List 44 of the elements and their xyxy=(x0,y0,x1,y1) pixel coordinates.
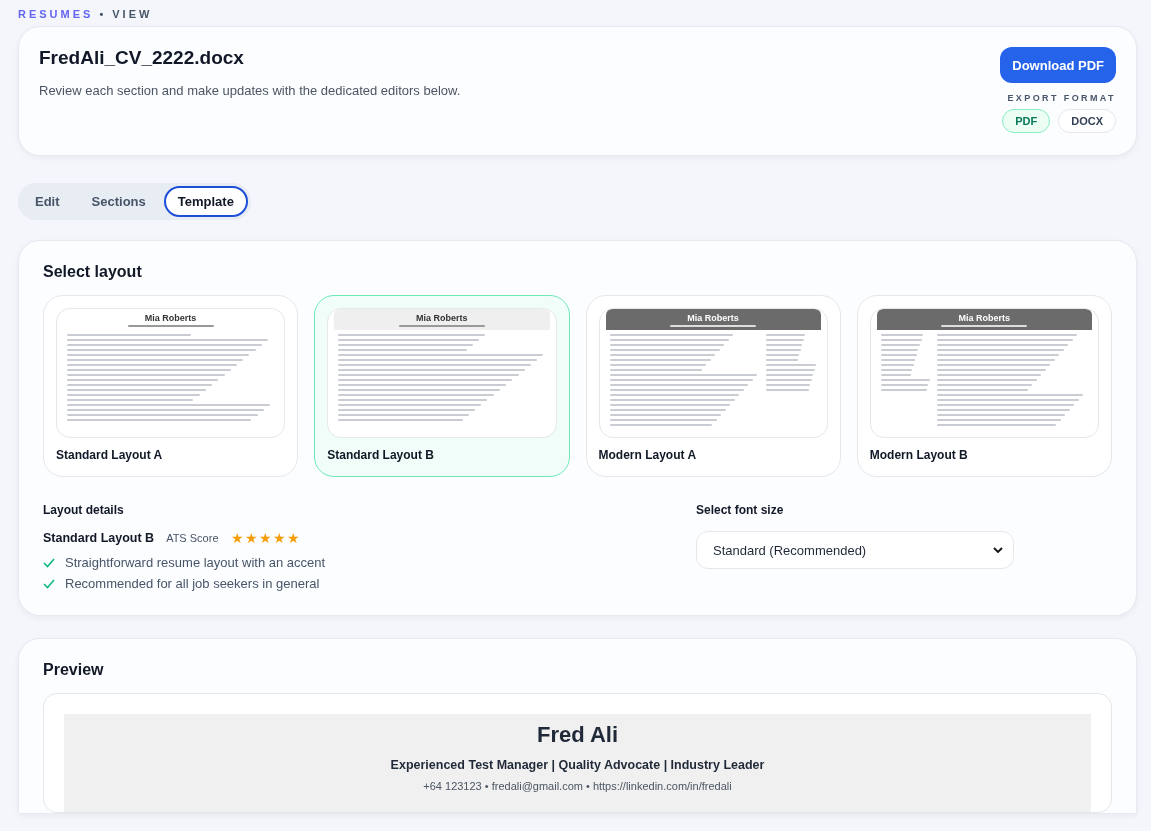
resume-headline: Experienced Test Manager | Quality Advocate | Industry Leader xyxy=(390,758,765,772)
feature-text: Recommended for all job seekers in general xyxy=(65,576,320,591)
font-size-title: Select font size xyxy=(696,503,785,517)
export-format-label: EXPORT FORMAT xyxy=(1007,93,1116,103)
details-title: Layout details xyxy=(43,503,125,517)
format-option[interactable]: DOCX xyxy=(1058,109,1116,133)
thumbnail-name: Mia Roberts xyxy=(958,313,1011,323)
thumbnail-name: Mia Roberts xyxy=(416,313,468,323)
download-button[interactable]: Download PDF xyxy=(1000,47,1116,83)
star-icon: ★ xyxy=(244,531,258,545)
chevron-down-icon xyxy=(993,546,1003,554)
star-icon: ★ xyxy=(272,531,286,545)
layout-name: Modern Layout B xyxy=(869,448,969,462)
tab[interactable]: Template xyxy=(163,186,248,217)
layout-name: Standard Layout B xyxy=(43,531,155,545)
check-icon xyxy=(43,557,55,568)
feature-text: Straightforward resume layout with an accent xyxy=(65,555,326,570)
thumbnail-name: Mia Roberts xyxy=(687,313,739,323)
header-subtitle: Review each section and make updates with the dedicated editors below. xyxy=(39,83,461,98)
tab[interactable]: Sections xyxy=(77,186,160,217)
tab[interactable]: Edit xyxy=(21,186,74,217)
layout-name: Standard Layout A xyxy=(56,448,164,462)
layout-name: Standard Layout B xyxy=(327,448,435,462)
breadcrumb-separator: • xyxy=(99,8,107,20)
section-title: Select layout xyxy=(43,263,143,281)
star-icon: ★ xyxy=(258,531,272,545)
font-size-select[interactable]: Standard (Recommended) xyxy=(696,531,1014,569)
star-icon: ★ xyxy=(230,531,244,545)
section-title: Preview xyxy=(43,661,105,679)
layout-name: Modern Layout A xyxy=(598,448,698,462)
layout-option[interactable]: Mia Roberts Standard Layout A xyxy=(43,295,299,477)
score-label: ATS Score xyxy=(166,532,219,544)
file-title: FredAli_CV_2222.docx xyxy=(39,47,245,69)
resume-name: Fred Ali xyxy=(536,722,619,748)
layout-option[interactable]: Mia Roberts Modern Layout B xyxy=(856,295,1112,477)
layout-option[interactable]: Mia Roberts Modern Layout A xyxy=(585,295,841,477)
breadcrumb-current: VIEW xyxy=(112,8,153,20)
thumbnail-name: Mia Roberts xyxy=(144,313,197,323)
resume-contact: +64 123123 • fredali@gmail.com • https://linkedin.com/in/fredali xyxy=(423,780,732,792)
layout-option[interactable]: Mia Roberts Standard Layout B xyxy=(314,295,570,477)
breadcrumb-link[interactable]: RESUMES xyxy=(18,8,94,20)
star-icon: ★ xyxy=(286,531,300,545)
format-option[interactable]: PDF xyxy=(1002,109,1051,133)
check-icon xyxy=(43,578,55,589)
